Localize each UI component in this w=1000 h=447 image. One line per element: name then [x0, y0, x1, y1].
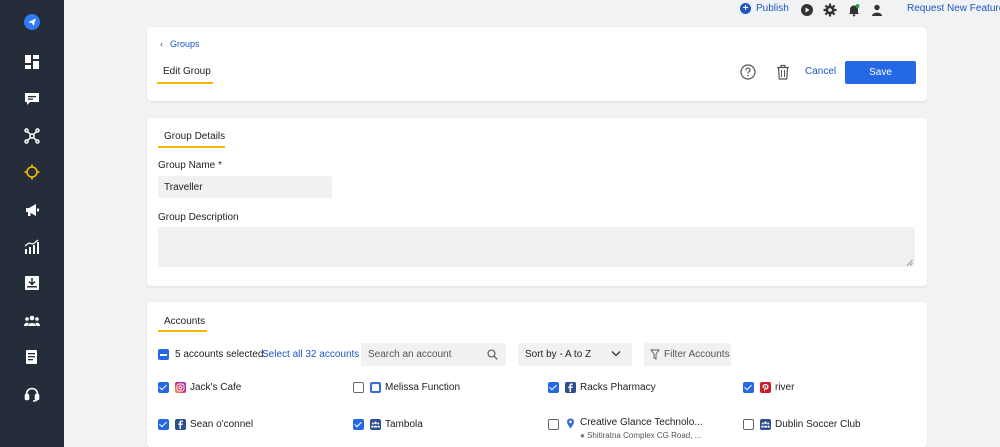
filter-label: Filter Accounts [664, 349, 730, 360]
account-search-input[interactable] [361, 343, 481, 366]
headset-support-icon[interactable] [22, 384, 42, 404]
play-icon[interactable] [800, 3, 814, 17]
account-item[interactable]: Sean o'connel [175, 419, 253, 430]
group-icon [370, 419, 381, 430]
resize-grip-icon[interactable] [906, 259, 913, 266]
group-icon [760, 419, 771, 430]
account-name: Creative Glance Technolo... [580, 417, 703, 428]
select-all-checkbox[interactable] [158, 349, 169, 360]
dashboard-icon[interactable] [22, 52, 42, 72]
account-name: Sean o'connel [190, 419, 254, 430]
group-name-label: Group Name * [158, 160, 222, 171]
account-item[interactable]: Dublin Soccer Club [760, 419, 861, 430]
search-icon[interactable] [487, 349, 498, 360]
account-name: Jack's Cafe [190, 382, 242, 393]
filter-accounts-button[interactable]: Filter Accounts [644, 343, 731, 366]
account-search-box [361, 343, 506, 366]
filter-icon [650, 349, 660, 360]
facebook-icon [175, 419, 186, 430]
account-checkbox[interactable] [743, 382, 754, 393]
account-name: river [775, 382, 795, 393]
cancel-button[interactable]: Cancel [805, 66, 836, 77]
group-description-textarea[interactable] [158, 227, 915, 267]
account-name: Melissa Function [385, 382, 461, 393]
sort-dropdown[interactable]: Sort by - A to Z [518, 343, 632, 366]
trash-icon[interactable] [776, 64, 790, 80]
account-checkbox[interactable] [158, 419, 169, 430]
accounts-card: Accounts 5 accounts selected. Select all… [147, 302, 927, 447]
account-address: ● Shitiratna Complex CG Road, ... [580, 431, 703, 440]
help-icon[interactable] [740, 64, 756, 80]
chevron-left-icon: ‹ [160, 39, 163, 49]
group-name-input[interactable] [158, 176, 332, 198]
gear-icon[interactable] [823, 3, 837, 17]
send-logo-icon[interactable] [22, 12, 42, 32]
pinterest-icon [760, 382, 771, 393]
account-checkbox[interactable] [353, 382, 364, 393]
account-item[interactable]: Jack's Cafe [175, 382, 241, 393]
inbox-download-icon[interactable] [22, 273, 42, 293]
publish-label: Publish [756, 3, 789, 14]
reports-icon[interactable] [22, 347, 42, 367]
chevron-down-icon [611, 351, 621, 357]
account-name: Racks Pharmacy [580, 382, 656, 393]
account-checkbox[interactable] [548, 419, 559, 430]
account-checkbox[interactable] [743, 419, 754, 430]
bell-icon[interactable] [847, 3, 861, 17]
group-details-tab: Group Details [164, 131, 226, 142]
target-icon[interactable] [22, 162, 42, 182]
account-name: Tambola [385, 419, 423, 430]
account-checkbox[interactable] [158, 382, 169, 393]
gmb-icon [370, 382, 381, 393]
account-item[interactable]: river [760, 382, 794, 393]
analytics-icon[interactable] [22, 237, 42, 257]
instagram-icon [175, 382, 186, 393]
sort-label: Sort by - A to Z [525, 349, 592, 360]
topbar: + Publish Request New Feature [64, 0, 1000, 20]
breadcrumb-groups-link[interactable]: ‹ Groups [160, 39, 200, 49]
section-underline [158, 330, 207, 332]
publish-button[interactable]: + Publish [740, 3, 789, 14]
facebook-icon [565, 382, 576, 393]
location-icon [565, 418, 576, 429]
breadcrumb-label: Groups [170, 39, 200, 49]
select-all-accounts-link[interactable]: Select all 32 accounts [262, 349, 359, 360]
account-item[interactable]: Melissa Function [370, 382, 460, 393]
network-icon[interactable] [22, 126, 42, 146]
team-icon[interactable] [22, 311, 42, 331]
account-item[interactable]: Tambola [370, 419, 423, 430]
request-feature-link[interactable]: Request New Feature [907, 3, 1000, 14]
sidebar [0, 0, 64, 447]
group-description-label: Group Description [158, 212, 239, 223]
plus-icon: + [740, 3, 751, 14]
messages-icon[interactable] [22, 89, 42, 109]
account-name: Dublin Soccer Club [775, 419, 861, 430]
megaphone-icon[interactable] [22, 200, 42, 220]
accounts-tab: Accounts [164, 316, 206, 327]
selected-count-text: 5 accounts selected. [175, 349, 267, 360]
user-avatar-icon[interactable] [870, 3, 884, 17]
group-details-card: Group Details Group Name * Group Descrip… [147, 118, 927, 286]
account-item[interactable]: Creative Glance Technolo... ● Shitiratna… [565, 417, 703, 440]
account-item[interactable]: Racks Pharmacy [565, 382, 656, 393]
edit-group-header-card: ‹ Groups Edit Group Cancel Save [147, 27, 927, 101]
page-title: Edit Group [163, 66, 211, 77]
account-address-text: Shitiratna Complex CG Road, ... [587, 431, 702, 440]
save-button[interactable]: Save [845, 61, 916, 84]
title-underline [157, 82, 213, 84]
account-checkbox[interactable] [353, 419, 364, 430]
account-checkbox[interactable] [548, 382, 559, 393]
section-underline [158, 146, 225, 148]
map-pin-icon: ● [580, 431, 585, 440]
